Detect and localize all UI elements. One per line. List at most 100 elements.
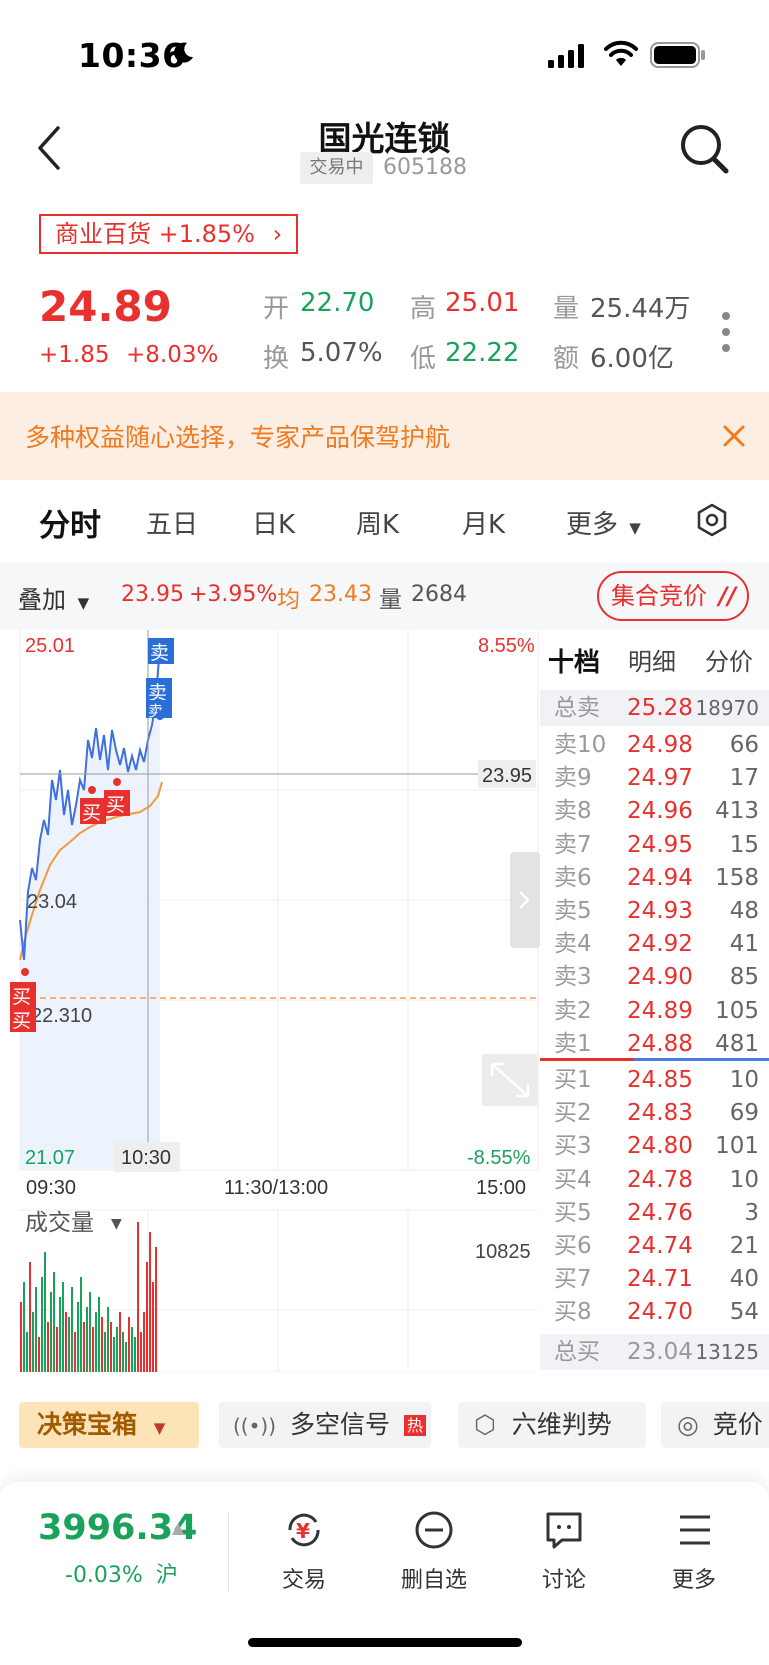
bid-volume: 101 <box>715 1133 759 1160</box>
ask-row[interactable]: 卖6 24.94 158 <box>540 862 769 895</box>
ask-row[interactable]: 卖4 24.92 41 <box>540 928 769 961</box>
six-dimension-label: 六维判势 <box>511 1410 612 1439</box>
bid-row[interactable]: 买4 24.78 10 <box>540 1164 769 1197</box>
axis-ref-price: 22.310 <box>31 1005 92 1027</box>
index-change: -0.03% 沪 <box>65 1557 178 1589</box>
volume-bar <box>155 1247 157 1372</box>
close-icon[interactable] <box>720 422 748 450</box>
volume-bar <box>35 1287 37 1372</box>
auction-tool-button[interactable]: ◎ 竞价 <box>661 1402 769 1448</box>
volume-bars <box>20 1222 157 1372</box>
ask-row[interactable]: 卖1 24.88 481 <box>540 1028 769 1061</box>
intraday-chart[interactable]: 23.95 10:30 25.01 8.55% 23.04 22.310 21.… <box>0 630 540 1372</box>
book-tab-details[interactable]: 明细 <box>628 642 676 677</box>
ask-level: 卖5 <box>554 898 592 924</box>
caret-down-icon[interactable]: ▼ <box>111 1216 122 1232</box>
tab-more[interactable]: 更多 ▼ <box>566 504 641 541</box>
nav-trade[interactable]: ¥ 交易 <box>254 1508 354 1594</box>
ask-price: 24.97 <box>627 765 693 792</box>
decision-box-button[interactable]: 决策宝箱 ▼ <box>19 1402 199 1448</box>
book-tab-ten-levels[interactable]: 十档 <box>548 642 600 679</box>
ask-row[interactable]: 卖5 24.93 48 <box>540 895 769 928</box>
bid-volume: 21 <box>729 1233 759 1259</box>
ask-row[interactable]: 卖2 24.89 105 <box>540 995 769 1028</box>
turnover-value: 5.07% <box>300 338 383 368</box>
order-book: 十档 明细 分价 总卖 25.28 18970 卖10 24.98 66 卖9 24.9… <box>540 630 769 1372</box>
tab-weekly-k[interactable]: 周K <box>356 504 399 541</box>
call-auction-button[interactable]: 集合竞价 // <box>597 571 749 621</box>
vol-value: 2684 <box>411 582 467 607</box>
caret-down-icon: ▼ <box>77 594 90 612</box>
low-label: 低 <box>410 344 437 374</box>
side-panel-handle[interactable] <box>510 852 540 948</box>
more-vertical-icon[interactable] <box>716 310 736 354</box>
buy-marker[interactable]: 买 <box>104 790 130 816</box>
settings-hexagon-icon[interactable] <box>694 502 730 538</box>
ask-price: 24.98 <box>627 732 693 758</box>
volume-bar <box>26 1332 28 1372</box>
tab-intraday[interactable]: 分时 <box>39 500 101 545</box>
volume-bar <box>137 1222 139 1372</box>
nav-discuss-label: 讨论 <box>541 1568 586 1593</box>
volume-bar <box>23 1282 25 1372</box>
buy-marker[interactable]: 买 <box>10 982 36 1008</box>
overlay-dropdown[interactable]: 叠加 ▼ <box>18 580 89 615</box>
tab-five-day[interactable]: 五日 <box>146 504 198 541</box>
volume-title[interactable]: 成交量 <box>25 1209 94 1235</box>
volume-bar <box>77 1302 79 1372</box>
bid-volume: 69 <box>729 1100 759 1127</box>
total-buy-label: 总买 <box>554 1339 600 1365</box>
bid-row[interactable]: 买8 24.70 54 <box>540 1296 769 1329</box>
bid-level: 买4 <box>554 1166 592 1193</box>
six-dimension-button[interactable]: ⬡ 六维判势 <box>458 1402 646 1448</box>
svg-text:买: 买 <box>82 802 101 824</box>
nav-remove-watchlist[interactable]: 删自选 <box>384 1508 484 1594</box>
bid-row[interactable]: 买1 24.85 10 <box>540 1064 769 1097</box>
bid-row[interactable]: 买3 24.80 101 <box>540 1130 769 1163</box>
volume-bar <box>98 1297 100 1372</box>
index-market: 沪 <box>155 1563 178 1588</box>
trade-dot <box>88 786 96 794</box>
volume-bar <box>89 1292 91 1372</box>
volume-bar <box>149 1232 151 1372</box>
nav-more-label: 更多 <box>671 1568 716 1593</box>
ask-level: 卖4 <box>554 931 592 958</box>
tab-daily-k[interactable]: 日K <box>252 504 295 541</box>
sector-label: 商业百货 +1.85% <box>55 220 255 248</box>
volume-bar <box>62 1282 64 1372</box>
bid-row[interactable]: 买6 24.74 21 <box>540 1230 769 1263</box>
long-short-signal-button[interactable]: ((•)) 多空信号 热 <box>219 1402 431 1448</box>
svg-text:买: 买 <box>12 986 31 1008</box>
ask-row[interactable]: 卖7 24.95 15 <box>540 829 769 862</box>
volume-bar <box>122 1332 124 1372</box>
nav-discuss[interactable]: 讨论 <box>514 1508 614 1594</box>
bid-volume: 54 <box>729 1299 759 1326</box>
ask-level: 卖9 <box>554 765 592 792</box>
ask-row[interactable]: 卖10 24.98 66 <box>540 729 769 762</box>
ask-volume: 15 <box>729 831 759 858</box>
buy-marker[interactable]: 买 <box>80 798 106 824</box>
promo-banner-text: 多种权益随心选择，专家产品保驾护航 <box>25 423 451 452</box>
svg-text:卖: 卖 <box>150 642 169 664</box>
bid-level: 买1 <box>554 1067 592 1093</box>
ask-row[interactable]: 卖8 24.96 413 <box>540 795 769 828</box>
search-icon[interactable] <box>676 118 732 178</box>
sell-marker[interactable]: 卖 <box>148 638 174 664</box>
tab-monthly-k[interactable]: 月K <box>462 504 505 541</box>
ask-row[interactable]: 卖9 24.97 17 <box>540 762 769 795</box>
volume-bar <box>44 1252 46 1372</box>
bid-row[interactable]: 买7 24.71 40 <box>540 1263 769 1296</box>
bid-row[interactable]: 买5 24.76 3 <box>540 1197 769 1230</box>
axis-mid-price: 23.04 <box>27 891 77 913</box>
menu-icon <box>680 1515 710 1545</box>
ask-row[interactable]: 卖3 24.90 85 <box>540 961 769 994</box>
sector-tag[interactable]: 商业百货 +1.85% › <box>39 214 299 254</box>
nav-more[interactable]: 更多 <box>644 1508 744 1594</box>
buy-marker[interactable]: 买 <box>10 1006 36 1032</box>
volume-bar <box>86 1307 88 1372</box>
volume-label: 量 <box>553 294 580 324</box>
total-buy-row: 总买 23.04 13125 <box>540 1334 769 1370</box>
book-tab-price-dist[interactable]: 分价 <box>705 642 753 677</box>
volume-bar <box>74 1332 76 1372</box>
bid-row[interactable]: 买2 24.83 69 <box>540 1097 769 1130</box>
